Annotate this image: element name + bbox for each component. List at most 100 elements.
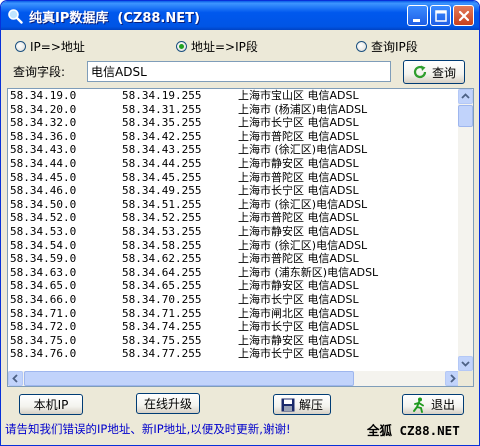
close-button[interactable] [453,5,474,26]
minimize-button[interactable] [407,5,428,26]
scroll-left-button[interactable] [8,371,23,386]
exit-button[interactable]: 退出 [402,394,464,415]
online-upgrade-label: 在线升级 [143,397,192,411]
result-row[interactable]: 58.34.52.0 58.34.52.255 上海市普陀区 电信ADSL [8,211,460,225]
refresh-icon [413,65,427,79]
running-man-icon [413,397,424,413]
location-cell: 上海市普陀区 电信ADSL [238,252,359,266]
query-input[interactable] [87,61,391,82]
results-list[interactable]: 58.34.19.0 58.34.19.255 上海市宝山区 电信ADSL 58.34… [7,88,474,387]
result-row[interactable]: 58.34.66.0 58.34.70.255 上海市长宁区 电信ADSL [8,293,460,307]
results-rows: 58.34.19.0 58.34.19.255 上海市宝山区 电信ADSL 58.34… [8,89,460,361]
close-icon [458,10,470,22]
start-ip-cell: 58.34.32.0 [10,116,77,130]
location-cell: 上海市宝山区 电信ADSL [238,89,359,102]
chevron-down-icon [461,361,470,367]
location-cell: 上海市长宁区 电信ADSL [238,184,359,198]
start-ip-cell: 58.34.63.0 [10,265,77,279]
result-row[interactable]: 58.34.20.0 58.34.31.255 上海市 (杨浦区)电信ADSL [8,103,460,117]
end-ip-cell: 58.34.45.255 [122,170,202,184]
start-ip-cell: 58.34.76.0 [10,347,77,361]
floppy-disk-icon [281,398,295,411]
horizontal-scrollbar[interactable] [8,371,460,386]
location-cell: 上海市长宁区 电信ADSL [238,292,359,306]
end-ip-cell: 58.34.43.255 [122,143,202,157]
location-cell: 上海市长宁区 电信ADSL [238,320,359,334]
result-row[interactable]: 58.34.44.0 58.34.44.255 上海市静安区 电信ADSL [8,157,460,171]
location-cell: 上海市闸北区 电信ADSL [238,306,359,320]
radio-address-to-ip[interactable] [176,40,187,52]
maximize-icon [435,10,447,22]
local-ip-label: 本机IP [33,398,69,412]
maximize-button[interactable] [430,5,451,26]
mode-ip-to-address[interactable]: IP=>地址 [15,37,85,55]
result-row[interactable]: 58.34.75.0 58.34.75.255 上海市静安区 电信ADSL [8,334,460,348]
start-ip-cell: 58.34.65.0 [10,279,77,293]
mode-query-ip-range[interactable]: 查询IP段 [356,37,418,55]
location-cell: 上海市 (杨浦区)电信ADSL [238,102,368,116]
location-cell: 上海市 (徐汇区)电信ADSL [238,197,368,211]
start-ip-cell: 58.34.46.0 [10,184,77,198]
location-cell: 上海市普陀区 电信ADSL [238,170,359,184]
extract-button[interactable]: 解压 [273,394,331,415]
brand-label: 全狐 CZ88.NET [367,423,460,438]
start-ip-cell: 58.34.75.0 [10,333,77,347]
end-ip-cell: 58.34.42.255 [122,129,202,143]
result-row[interactable]: 58.34.50.0 58.34.51.255 上海市 (徐汇区)电信ADSL [8,198,460,212]
end-ip-cell: 58.34.31.255 [122,102,202,116]
radio-query-ip-range[interactable] [356,40,367,52]
end-ip-cell: 58.34.52.255 [122,211,202,225]
result-row[interactable]: 58.34.63.0 58.34.64.255 上海市 (浦东新区)电信ADSL [8,266,460,280]
mode-address-to-ip[interactable]: 地址=>IP段 [176,37,258,55]
location-cell: 上海市长宁区 电信ADSL [238,347,359,361]
result-row[interactable]: 58.34.45.0 58.34.45.255 上海市普陀区 电信ADSL [8,171,460,185]
location-cell: 上海市静安区 电信ADSL [238,224,359,238]
result-row[interactable]: 58.34.59.0 58.34.62.255 上海市普陀区 电信ADSL [8,252,460,266]
result-row[interactable]: 58.34.72.0 58.34.74.255 上海市长宁区 电信ADSL [8,320,460,334]
title-bar[interactable]: 纯真IP数据库 (CZ88.NET) [1,1,479,30]
result-row[interactable]: 58.34.32.0 58.34.35.255 上海市长宁区 电信ADSL [8,116,460,130]
online-upgrade-button[interactable]: 在线升级 [136,393,200,414]
vertical-scroll-thumb[interactable] [458,105,473,127]
end-ip-cell: 58.34.35.255 [122,116,202,130]
radio-ip-to-address[interactable] [15,40,26,52]
local-ip-button[interactable]: 本机IP [19,394,83,415]
result-row[interactable]: 58.34.53.0 58.34.53.255 上海市静安区 电信ADSL [8,225,460,239]
start-ip-cell: 58.34.52.0 [10,211,77,225]
result-row[interactable]: 58.34.65.0 58.34.65.255 上海市静安区 电信ADSL [8,279,460,293]
location-cell: 上海市普陀区 电信ADSL [238,129,359,143]
end-ip-cell: 58.34.53.255 [122,224,202,238]
location-cell: 上海市 (徐汇区)电信ADSL [238,143,368,157]
start-ip-cell: 58.34.19.0 [10,89,77,102]
start-ip-cell: 58.34.43.0 [10,143,77,157]
start-ip-cell: 58.34.44.0 [10,156,77,170]
window-title: 纯真IP数据库 (CZ88.NET) [29,11,200,26]
result-row[interactable]: 58.34.76.0 58.34.77.255 上海市长宁区 电信ADSL [8,347,460,361]
end-ip-cell: 58.34.70.255 [122,292,202,306]
result-row[interactable]: 58.34.71.0 58.34.71.255 上海市闸北区 电信ADSL [8,307,460,321]
chevron-up-icon [461,93,470,99]
query-button[interactable]: 查询 [403,60,465,84]
extract-label: 解压 [298,398,323,412]
start-ip-cell: 58.34.59.0 [10,252,77,266]
result-row[interactable]: 58.34.36.0 58.34.42.255 上海市普陀区 电信ADSL [8,130,460,144]
location-cell: 上海市普陀区 电信ADSL [238,211,359,225]
result-row[interactable]: 58.34.43.0 58.34.43.255 上海市 (徐汇区)电信ADSL [8,143,460,157]
magnifier-icon [8,9,23,24]
query-button-label: 查询 [431,65,456,80]
start-ip-cell: 58.34.71.0 [10,306,77,320]
result-row[interactable]: 58.34.19.0 58.34.19.255 上海市宝山区 电信ADSL [8,89,460,103]
scroll-up-button[interactable] [458,89,473,104]
horizontal-scroll-thumb[interactable] [24,371,354,386]
end-ip-cell: 58.34.49.255 [122,184,202,198]
result-row[interactable]: 58.34.54.0 58.34.58.255 上海市 (徐汇区)电信ADSL [8,239,460,253]
status-message: 请告知我们错误的IP地址、新IP地址,以便及时更新,谢谢! [5,422,291,436]
scroll-down-button[interactable] [458,356,473,371]
chevron-left-icon [12,374,18,383]
result-row[interactable]: 58.34.46.0 58.34.49.255 上海市长宁区 电信ADSL [8,184,460,198]
end-ip-cell: 58.34.44.255 [122,156,202,170]
vertical-scrollbar[interactable] [458,89,473,371]
location-cell: 上海市 (徐汇区)电信ADSL [238,238,368,252]
location-cell: 上海市 (浦东新区)电信ADSL [238,265,379,279]
location-cell: 上海市静安区 电信ADSL [238,156,359,170]
